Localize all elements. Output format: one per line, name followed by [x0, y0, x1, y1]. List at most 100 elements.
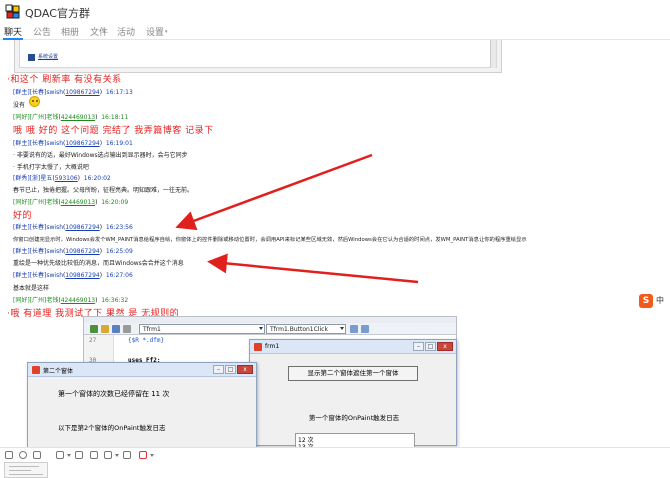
- minimize-button: –: [413, 342, 424, 351]
- tab-bar: 聊天 公告 相册 文件 ▾ 活动 设置 ▾: [0, 22, 670, 40]
- member-id-link[interactable]: 109867294: [65, 89, 99, 96]
- message-time: 16:25:09: [105, 248, 133, 255]
- member-id-link[interactable]: 109867294: [65, 272, 99, 279]
- member-id-link[interactable]: 109867294: [65, 248, 99, 255]
- sogou-ime-icon[interactable]: S: [639, 294, 653, 308]
- member-tag: [群主]: [13, 248, 30, 255]
- message-time: 16:23:56: [105, 224, 133, 231]
- window-title: QDAC官方群: [25, 7, 90, 20]
- app-window-icon: [254, 343, 262, 351]
- message-time: 16:20:02: [83, 175, 111, 182]
- chat-message-header: [群主][长春]swish(109867294) 16:19:01: [13, 140, 133, 147]
- red-packet-icon[interactable]: [123, 451, 131, 459]
- maximize-button: □: [425, 342, 436, 351]
- code-line: {$R *.dfm}: [128, 337, 165, 344]
- chat-message-header: [群主][长春]swish(109867294) 16:17:13: [13, 89, 133, 96]
- app-window-icon: [32, 366, 40, 374]
- shared-screenshot-scrollbar: [490, 40, 496, 68]
- ime-mode-label[interactable]: 中: [656, 295, 664, 306]
- chevron-down-icon: [340, 327, 344, 330]
- member-id-link[interactable]: 424469013: [61, 297, 95, 304]
- member-name[interactable]: [长春]swish: [30, 89, 63, 96]
- arrow-annotation: [207, 253, 419, 284]
- member-name[interactable]: [长春]swish: [30, 248, 63, 255]
- message-time: 16:36:32: [101, 297, 129, 304]
- method-selector-combo: Tfrm1.Button1Click: [266, 324, 346, 334]
- chat-message-header: [同好][广州]老钱(424469013) 16:36:32: [13, 297, 129, 304]
- second-form-titlebar: 第二个窗体 – □ x: [28, 363, 256, 377]
- attachment-thumbnail[interactable]: [4, 462, 48, 478]
- member-name[interactable]: [广州]老钱: [30, 199, 59, 206]
- image-icon[interactable]: [56, 451, 64, 459]
- chat-message-text: 重绘是一种优先级比较低的消息，而且Windows会合并这个消息: [13, 260, 184, 267]
- member-name[interactable]: [浙]星五: [30, 175, 53, 182]
- tab-album[interactable]: 相册: [61, 25, 79, 38]
- thumbnail-line: [9, 474, 43, 475]
- tab-settings-dropdown-icon[interactable]: ▾: [165, 29, 168, 35]
- message-time: 16:20:09: [101, 199, 129, 206]
- frm1-title: frm1: [265, 343, 280, 350]
- member-id-link[interactable]: 109867294: [65, 224, 99, 231]
- chevron-down-icon[interactable]: [150, 454, 154, 457]
- chat-message-header: [同好][广州]老钱(424469013) 16:18:11: [13, 114, 129, 121]
- second-form-title: 第二个窗体: [43, 368, 74, 375]
- music-icon[interactable]: [90, 451, 98, 459]
- message-time: 16:17:13: [105, 89, 133, 96]
- thumbnail-line: [9, 466, 39, 467]
- ime-status-widget[interactable]: S 中: [639, 294, 670, 308]
- close-button: x: [437, 342, 453, 351]
- navigate-icon: [350, 325, 358, 333]
- tab-chat[interactable]: 聊天: [4, 25, 22, 38]
- method-selector-value: Tfrm1.Button1Click: [270, 326, 328, 333]
- message-time: 16:19:01: [105, 140, 133, 147]
- chat-message-text: 你窗口创建完显示时，Windows会发个WM_PAINT消息给程序自绘，你窗体上…: [13, 237, 527, 243]
- tab-activities[interactable]: 活动: [117, 25, 135, 38]
- member-name[interactable]: [广州]老钱: [30, 114, 59, 121]
- chevron-down-icon[interactable]: [67, 454, 71, 457]
- smiley-emoji-icon: [29, 96, 40, 107]
- onpaint-log-label: 第一个窗体的OnPaint触发日志: [308, 414, 400, 422]
- vibrate-icon[interactable]: [33, 451, 41, 459]
- chevron-down-icon[interactable]: [115, 454, 119, 457]
- message-time: 16:18:11: [101, 114, 129, 121]
- emoji-icon[interactable]: [19, 451, 27, 459]
- minimize-button: –: [213, 365, 224, 374]
- member-name[interactable]: [广州]老钱: [30, 297, 59, 304]
- member-name[interactable]: [长春]swish: [30, 272, 63, 279]
- thumbnail-line: [9, 470, 31, 471]
- form-selector-value: Tfrm1: [143, 326, 161, 333]
- member-name[interactable]: [长春]swish: [30, 224, 63, 231]
- title-bar: QDAC官方群: [0, 0, 670, 22]
- chat-message-text: 春节已止，独倦把握。父母所盼，征程亮典。明知跟难，一往无前。: [13, 187, 194, 194]
- frm1-window: frm1 – □ x 显示第二个窗体遮住第一个窗体 第一个窗体的OnPaint触发日…: [249, 339, 457, 453]
- chevron-down-icon: [259, 327, 263, 330]
- member-id-link[interactable]: 593106: [55, 175, 78, 182]
- member-tag: [同好]: [13, 199, 30, 206]
- member-id-link[interactable]: 424469013: [61, 114, 95, 121]
- member-tag: [群主]: [13, 224, 30, 231]
- chat-message-text: · 手机打字太慢了，大概说吧: [13, 164, 89, 171]
- chat-message-header: [群主][长春]swish(109867294) 16:27:06: [13, 272, 133, 279]
- tab-files-dropdown-icon[interactable]: ▾: [103, 29, 106, 35]
- chat-message-text: · 非要说有的话，最好Windows选点输出到显示器时，会与它同步: [13, 152, 188, 159]
- arrow-annotation: [175, 153, 373, 231]
- open-icon: [101, 325, 109, 333]
- font-icon[interactable]: [5, 451, 13, 459]
- chat-message-header: [群主][长春]swish(109867294) 16:25:09: [13, 248, 133, 255]
- input-toolbar: [0, 447, 670, 461]
- member-name[interactable]: [长春]swish: [30, 140, 63, 147]
- member-id-link[interactable]: 109867294: [65, 140, 99, 147]
- show-second-form-button: 显示第二个窗体遮住第一个窗体: [288, 366, 418, 381]
- scissors-icon[interactable]: [104, 451, 112, 459]
- more-icon[interactable]: [139, 451, 147, 459]
- tab-settings[interactable]: 设置: [146, 25, 164, 38]
- chat-message-text: 哦 哦 好的 这个问题 完结了 我弄篇博客 记录下: [13, 126, 214, 136]
- tab-announcements[interactable]: 公告: [33, 25, 51, 38]
- file-icon[interactable]: [75, 451, 83, 459]
- save-icon: [112, 325, 120, 333]
- maximize-button: □: [225, 365, 236, 374]
- second-form-window: 第二个窗体 – □ x 第一个窗体的次数已经停留在 11 次 以下是第2个窗体的On…: [27, 362, 257, 452]
- chat-message-text: 基本就是这样: [13, 285, 50, 292]
- member-id-link[interactable]: 424469013: [61, 199, 95, 206]
- chat-message-text: ·和这个 刷新率 有没有关系: [7, 75, 122, 85]
